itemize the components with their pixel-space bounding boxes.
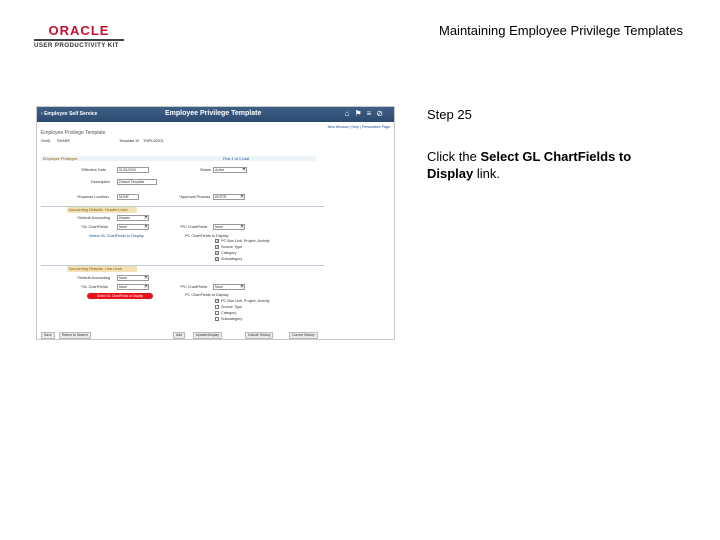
nav-links[interactable]: New Window | Help | Personalize Page <box>328 125 390 129</box>
approval-label: *Approval Process <box>179 195 211 199</box>
effdate-input[interactable]: 01/01/2000 <box>117 167 149 173</box>
line-section-header: Accounting Defaults Line Level <box>67 266 137 272</box>
select-gl-chartfields-link[interactable]: Select GL ChartFields to Display <box>87 293 153 299</box>
pc-field-label: PC Bus Unit, Project, Activity <box>221 239 270 243</box>
compass-icon[interactable]: ⊘ <box>376 109 388 118</box>
step-instruction: Click the Select GL ChartFields to Displ… <box>427 148 677 182</box>
line-pc-field-checkbox[interactable] <box>215 305 219 309</box>
line-pc-field-checkbox[interactable]: ✓ <box>215 299 219 303</box>
flag-icon[interactable]: ⚑ <box>354 109 366 118</box>
instruction-suffix: link. <box>473 166 500 181</box>
line-pc-chartfields-label: *PC ChartFields <box>180 285 208 289</box>
line-pc-field-label: Category <box>221 311 237 315</box>
gl-chartfields-label: *GL ChartFields <box>81 225 108 229</box>
pc-field-checkbox[interactable]: ✓ <box>215 245 219 249</box>
page-heading: Employee Privilege Template <box>41 130 106 136</box>
pc-field-checkbox[interactable]: ✓ <box>215 251 219 255</box>
update-display-button[interactable]: Update/Display <box>193 332 222 339</box>
approval-select[interactable]: RESTR <box>213 194 245 200</box>
pc-fields-heading: PC ChartFields to Display <box>185 234 229 238</box>
effdate-label: *Effective Date <box>81 168 107 172</box>
logo-product: USER PRODUCTIVITY KIT <box>34 42 119 49</box>
select-gl-chartfields-link-header[interactable]: Select GL ChartFields to Display <box>89 234 144 238</box>
line-default-accounting-select[interactable]: None <box>117 275 149 281</box>
line-pc-field-label: Source Type <box>221 305 243 309</box>
grid-title: Employee Privileges <box>43 157 78 161</box>
accounting-section-title: Accounting Defaults <box>69 208 103 212</box>
instruction-prefix: Click the <box>427 149 481 164</box>
pc-chartfields-label: *PC ChartFields <box>180 225 208 229</box>
include-history-button[interactable]: Include History <box>245 332 274 339</box>
description-label: Description <box>91 180 110 184</box>
app-page-title: Employee Privilege Template <box>165 110 262 117</box>
default-accounting-select[interactable]: Header <box>117 215 149 221</box>
grid-header <box>41 156 316 161</box>
gl-chartfields-select[interactable]: None <box>117 224 149 230</box>
menu-icon[interactable]: ≡ <box>367 109 377 118</box>
oracle-upk-logo: ORACLE USER PRODUCTIVITY KIT <box>34 24 124 50</box>
back-link-label: Employee Self Service <box>44 111 98 117</box>
line-pc-field-checkbox[interactable] <box>215 317 219 321</box>
line-gl-chartfields-label: *GL ChartFields <box>81 285 108 289</box>
app-screenshot: ‹ Employee Self Service Employee Privile… <box>36 106 395 340</box>
line-pc-field-label: PC Bus Unit, Project, Activity <box>221 299 270 303</box>
pc-chartfields-select[interactable]: None <box>213 224 245 230</box>
section-divider <box>41 206 324 207</box>
bottom-toolbar: Save Return to Search Add Update/Display… <box>41 332 331 339</box>
expense-location-input[interactable]: NONE <box>117 194 139 200</box>
save-button[interactable]: Save <box>41 332 55 339</box>
template-label: Template ID <box>119 139 140 143</box>
template-value: TMPL00001 <box>143 139 164 143</box>
pc-field-label: Source Type <box>221 245 243 249</box>
line-pc-chartfields-select[interactable]: None <box>213 284 245 290</box>
setid-label: SetID <box>41 139 51 143</box>
app-header-bar: ‹ Employee Self Service Employee Privile… <box>37 107 394 122</box>
line-default-accounting-label: *Default Accounting <box>77 276 111 280</box>
add-button[interactable]: Add <box>173 332 186 339</box>
expense-location-label: *Expense Location <box>77 195 109 199</box>
header-icons: ⌂⚑≡⊘ <box>345 109 388 118</box>
line-gl-chartfields-select[interactable]: None <box>117 284 149 290</box>
accounting-section-header: Accounting Defaults Header Level <box>67 207 137 213</box>
step-label: Step 25 <box>427 107 472 122</box>
home-icon[interactable]: ⌂ <box>345 109 355 118</box>
line-pc-field-label: Subcategory <box>221 317 243 321</box>
setid-value: SHARE <box>57 139 71 143</box>
default-accounting-label: *Default Accounting <box>77 216 111 220</box>
back-link[interactable]: ‹ Employee Self Service <box>41 111 97 117</box>
line-level-tab[interactable]: Line Level <box>105 267 122 271</box>
pc-field-checkbox[interactable]: ✓ <box>215 257 219 261</box>
description-input[interactable]: Default Template <box>117 179 157 185</box>
pc-field-checkbox[interactable]: ✓ <box>215 239 219 243</box>
return-to-search-button[interactable]: Return to Search <box>59 332 91 339</box>
accounting-header-tab[interactable]: Header Level <box>105 208 128 212</box>
pc-field-label: Category <box>221 251 237 255</box>
slide-title: Maintaining Employee Privilege Templates <box>439 23 683 38</box>
grid-navigation[interactable]: First 1 of 1 Last <box>223 157 249 161</box>
status-select[interactable]: Active <box>213 167 247 173</box>
pc-field-label: Subcategory <box>221 257 243 261</box>
line-section-title: Accounting Defaults <box>69 267 103 271</box>
correct-history-button[interactable]: Correct History <box>289 332 318 339</box>
line-pc-field-checkbox[interactable] <box>215 311 219 315</box>
line-pc-fields-heading: PC ChartFields to Display <box>185 293 229 297</box>
status-label: Status <box>200 168 211 172</box>
logo-divider <box>34 39 124 41</box>
logo-brand: ORACLE <box>48 23 110 38</box>
